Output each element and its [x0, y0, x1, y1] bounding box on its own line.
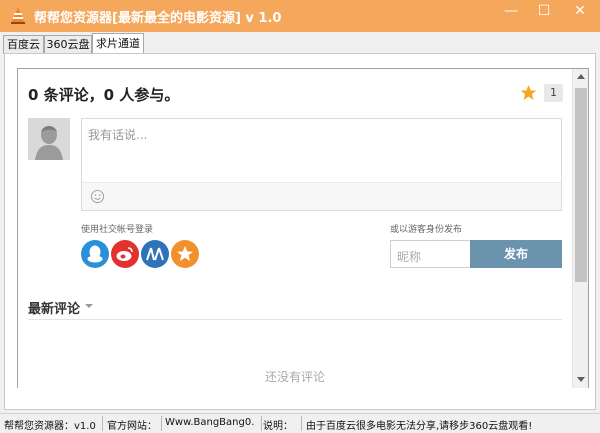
- star-icon[interactable]: [520, 84, 537, 101]
- divider: [28, 319, 562, 320]
- tab-baidu-cloud[interactable]: 百度云: [3, 35, 44, 54]
- publish-button[interactable]: 发布: [470, 240, 562, 268]
- status-note-text: 由于百度云很多电影无法分享,请移步360云盘观看!: [306, 421, 533, 432]
- app-cone-icon: [11, 7, 25, 24]
- tab-panel: 0 条评论，0 人参与。 1 我有话说... 使用社交帐号登录 或以游客身份发布…: [4, 53, 596, 410]
- tab-request-channel[interactable]: 求片通道: [92, 33, 144, 54]
- empty-comments-text: 还没有评论: [264, 370, 325, 384]
- comment-input[interactable]: 我有话说...: [88, 126, 147, 143]
- nickname-input[interactable]: 昵称: [397, 248, 421, 265]
- star-social-icon: [177, 246, 193, 261]
- maximize-button[interactable]: ☐: [527, 0, 561, 22]
- renren-login-button[interactable]: [141, 240, 169, 268]
- status-bar: 帮帮您资源器：v1.0 官方网站： Www.BangBang0. 说明： 由于百…: [0, 413, 600, 433]
- tab-strip: 百度云 360云盘 求片通道: [0, 32, 600, 54]
- status-separator: [161, 416, 162, 431]
- chevron-down-icon[interactable]: [85, 304, 93, 308]
- scroll-thumb[interactable]: [575, 88, 587, 282]
- renren-icon: [146, 247, 164, 261]
- status-app-version: 帮帮您资源器：v1.0: [4, 421, 96, 432]
- status-separator: [301, 416, 302, 431]
- title-bar: 帮帮您资源器[最新最全的电影资源] v 1.0 — ☐ ✕: [0, 0, 600, 32]
- scroll-down-arrow-icon[interactable]: [577, 377, 585, 382]
- comment-box[interactable]: 我有话说...: [81, 118, 562, 211]
- window-title: 帮帮您资源器[最新最全的电影资源] v 1.0: [34, 11, 282, 26]
- comment-toolbar: [82, 182, 561, 210]
- social-login-label: 使用社交帐号登录: [81, 225, 154, 235]
- latest-comments-header[interactable]: 最新评论: [28, 298, 80, 317]
- guest-post-label: 或以游客身份发布: [390, 225, 463, 235]
- scroll-up-arrow-icon[interactable]: [577, 74, 585, 79]
- qq-login-button[interactable]: [81, 240, 109, 268]
- star-login-button[interactable]: [171, 240, 199, 268]
- comment-count: 0 条评论，0 人参与。: [28, 86, 180, 104]
- status-note-label: 说明：: [263, 421, 293, 432]
- avatar: [28, 118, 70, 160]
- status-separator: [261, 416, 262, 431]
- emoji-icon[interactable]: [90, 189, 105, 204]
- close-button[interactable]: ✕: [560, 0, 600, 22]
- avatar-silhouette-icon: [28, 118, 70, 160]
- status-separator: [102, 416, 103, 431]
- tab-360-cloud[interactable]: 360云盘: [44, 35, 92, 54]
- comment-frame: 0 条评论，0 人参与。 1 我有话说... 使用社交帐号登录 或以游客身份发布…: [17, 68, 589, 388]
- minimize-button[interactable]: —: [494, 0, 528, 22]
- status-site-label: 官方网站：: [107, 421, 157, 432]
- star-count-badge: 1: [544, 84, 563, 102]
- status-site-url[interactable]: Www.BangBang0.: [165, 417, 261, 428]
- vertical-scrollbar[interactable]: [572, 69, 588, 388]
- weibo-icon: [116, 247, 133, 261]
- weibo-login-button[interactable]: [111, 240, 139, 268]
- qq-icon: [87, 245, 103, 263]
- nickname-field[interactable]: 昵称: [390, 240, 470, 268]
